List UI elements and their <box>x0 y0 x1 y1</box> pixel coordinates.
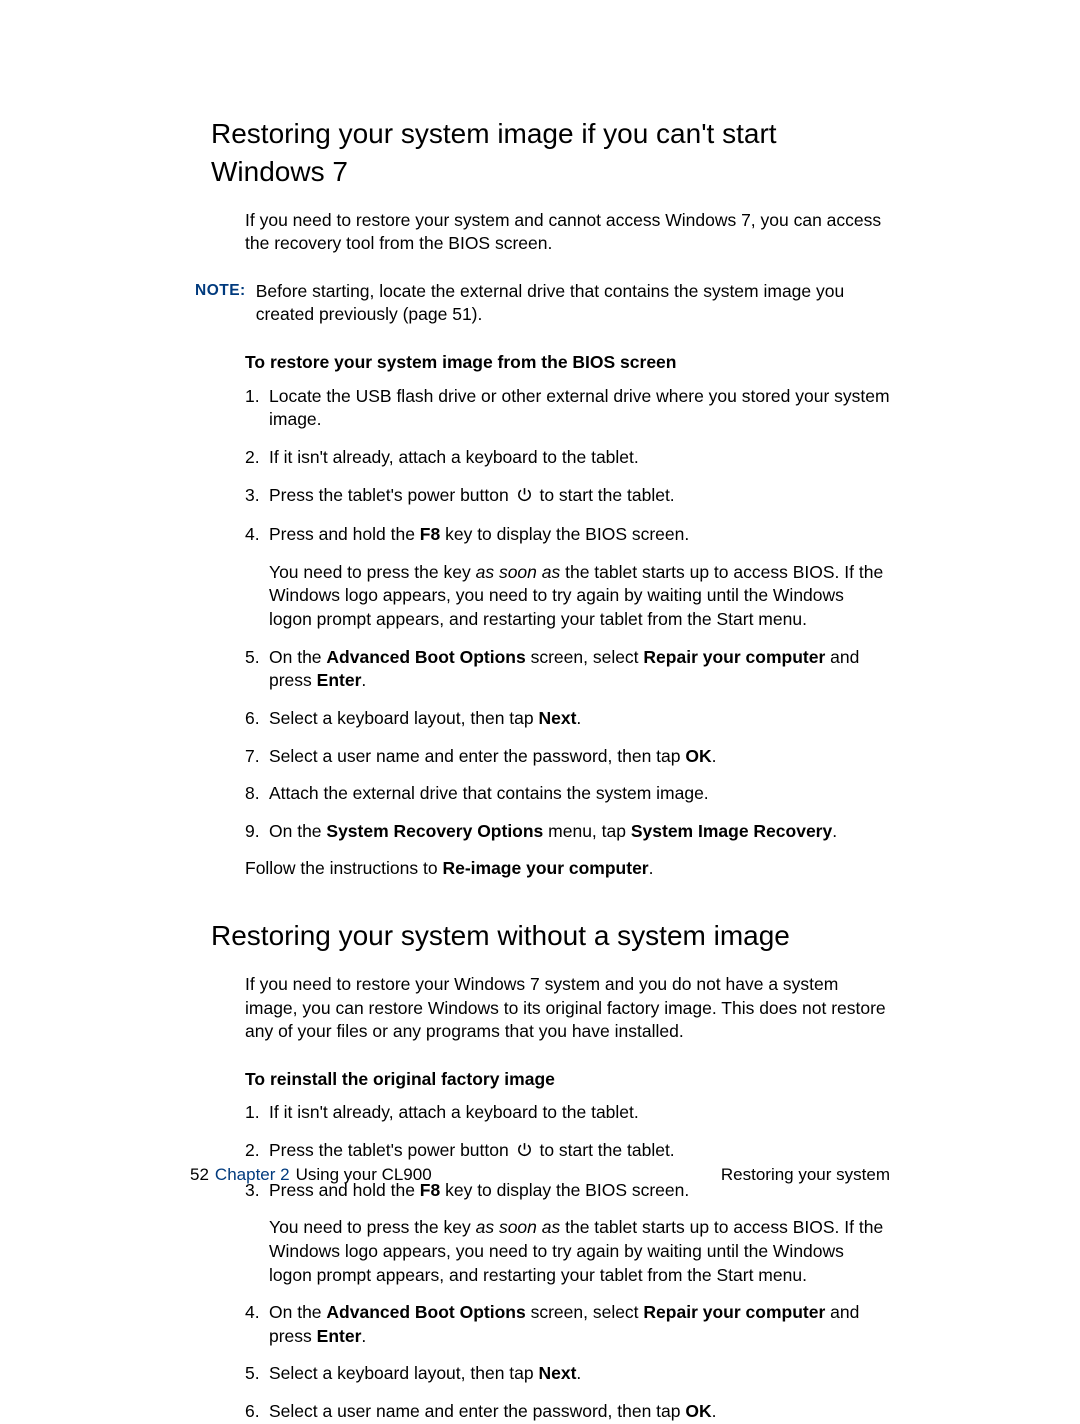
text: as soon as <box>476 562 561 582</box>
text: . <box>576 1363 581 1383</box>
ui-label: Next <box>538 1363 576 1383</box>
step: Press and hold the F8 key to display the… <box>245 1179 890 1288</box>
ui-label: Advanced Boot Options <box>326 1302 525 1322</box>
steps-list-2: If it isn't already, attach a keyboard t… <box>245 1101 890 1423</box>
text: Follow the instructions to <box>245 858 442 878</box>
ui-label: System Image Recovery <box>631 821 832 841</box>
ui-label: OK <box>685 1401 711 1421</box>
step-text: to start the tablet. <box>535 485 675 505</box>
step: If it isn't already, attach a keyboard t… <box>245 446 890 470</box>
text: Select a user name and enter the passwor… <box>269 746 685 766</box>
ui-label: OK <box>685 746 711 766</box>
note-body: Before starting, locate the external dri… <box>256 280 890 327</box>
text: Select a keyboard layout, then tap <box>269 708 538 728</box>
text: . <box>361 1326 366 1346</box>
step-note: You need to press the key as soon as the… <box>269 1216 890 1287</box>
text: Select a keyboard layout, then tap <box>269 1363 538 1383</box>
step: If it isn't already, attach a keyboard t… <box>245 1101 890 1125</box>
step-text: Press the tablet's power button <box>269 1140 514 1160</box>
step-text: to start the tablet. <box>535 1140 675 1160</box>
key-label: Enter <box>317 1326 362 1346</box>
text: On the <box>269 647 326 667</box>
text: menu, tap <box>543 821 631 841</box>
ui-label: Re-image your computer <box>442 858 648 878</box>
power-icon <box>516 1141 533 1165</box>
step: On the Advanced Boot Options screen, sel… <box>245 1301 890 1348</box>
chapter-label: Chapter 2 <box>215 1164 290 1187</box>
text: You need to press the key <box>269 562 476 582</box>
intro-paragraph-1: If you need to restore your system and c… <box>245 209 890 256</box>
text: screen, select <box>526 1302 644 1322</box>
text: as soon as <box>476 1217 561 1237</box>
step: Select a user name and enter the passwor… <box>245 1400 890 1424</box>
step: Press and hold the F8 key to display the… <box>245 523 890 632</box>
key-label: Enter <box>317 670 362 690</box>
step: On the System Recovery Options menu, tap… <box>245 820 890 844</box>
step: Attach the external drive that contains … <box>245 782 890 806</box>
step-text: If it isn't already, attach a keyboard t… <box>269 447 639 467</box>
chapter-title: Using your CL900 <box>296 1164 432 1187</box>
step: Press the tablet's power button to start… <box>245 1139 890 1165</box>
step-text: If it isn't already, attach a keyboard t… <box>269 1102 639 1122</box>
ui-label: Advanced Boot Options <box>326 647 525 667</box>
text: . <box>712 746 717 766</box>
step: Select a keyboard layout, then tap Next. <box>245 1362 890 1386</box>
step: Press the tablet's power button to start… <box>245 484 890 510</box>
step-text: Press and hold the <box>269 524 420 544</box>
key-label: F8 <box>420 524 440 544</box>
step-text: Locate the USB flash drive or other exte… <box>269 386 890 430</box>
intro-paragraph-2: If you need to restore your Windows 7 sy… <box>245 973 890 1044</box>
step: Locate the USB flash drive or other exte… <box>245 385 890 432</box>
footer-left: 52 Chapter 2 Using your CL900 <box>190 1164 432 1187</box>
text: . <box>361 670 366 690</box>
ui-label: Repair your computer <box>643 647 825 667</box>
text: . <box>832 821 837 841</box>
note-label: NOTE: <box>195 280 246 327</box>
follow-paragraph: Follow the instructions to Re-image your… <box>245 857 890 881</box>
page-number: 52 <box>190 1164 209 1187</box>
ui-label: System Recovery Options <box>326 821 543 841</box>
text: . <box>576 708 581 728</box>
power-icon <box>516 486 533 510</box>
step: Select a user name and enter the passwor… <box>245 745 890 769</box>
steps-list-1: Locate the USB flash drive or other exte… <box>245 385 890 844</box>
text: . <box>649 858 654 878</box>
text: screen, select <box>526 647 644 667</box>
text: On the <box>269 821 326 841</box>
section-heading-1: Restoring your system image if you can't… <box>211 115 890 191</box>
footer-right: Restoring your system <box>721 1164 890 1187</box>
text: On the <box>269 1302 326 1322</box>
note-block: NOTE: Before starting, locate the extern… <box>195 280 890 327</box>
step-text: Press the tablet's power button <box>269 485 514 505</box>
ui-label: Next <box>538 708 576 728</box>
step-text: Attach the external drive that contains … <box>269 783 709 803</box>
ui-label: Repair your computer <box>643 1302 825 1322</box>
procedure-heading-2: To reinstall the original factory image <box>245 1068 890 1092</box>
section-heading-2: Restoring your system without a system i… <box>211 917 890 955</box>
procedure-heading-1: To restore your system image from the BI… <box>245 351 890 375</box>
text: You need to press the key <box>269 1217 476 1237</box>
text: Select a user name and enter the passwor… <box>269 1401 685 1421</box>
step: On the Advanced Boot Options screen, sel… <box>245 646 890 693</box>
step-note: You need to press the key as soon as the… <box>269 561 890 632</box>
step: Select a keyboard layout, then tap Next. <box>245 707 890 731</box>
page-footer: 52 Chapter 2 Using your CL900 Restoring … <box>190 1164 890 1187</box>
step-text: key to display the BIOS screen. <box>440 524 689 544</box>
text: . <box>712 1401 717 1421</box>
